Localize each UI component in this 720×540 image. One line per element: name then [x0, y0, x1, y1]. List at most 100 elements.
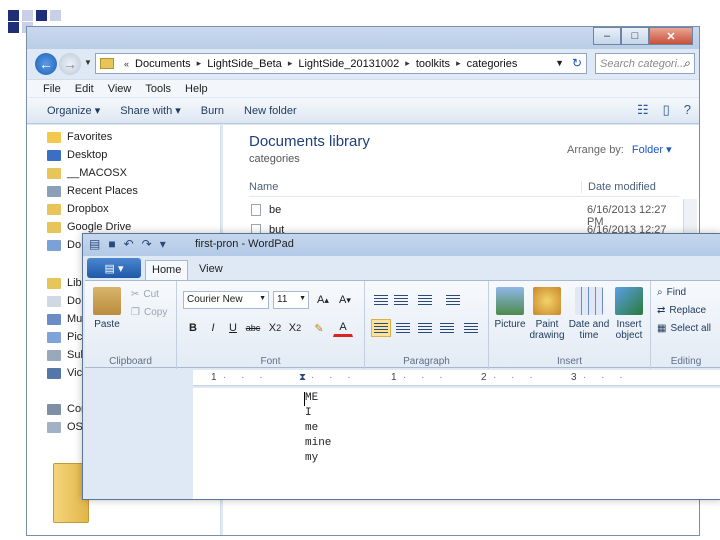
deco-square: [50, 10, 61, 21]
breadcrumb-toolkits[interactable]: toolkits: [416, 58, 450, 70]
decrease-indent-button[interactable]: [371, 291, 391, 309]
find-button[interactable]: ⌕ Find: [657, 287, 686, 298]
document-line: me: [305, 422, 319, 434]
minimize-button[interactable]: ‒: [593, 27, 621, 45]
save-icon[interactable]: ■: [108, 237, 115, 251]
paragraph-settings-button[interactable]: [461, 319, 481, 337]
column-date-modified[interactable]: Date modified: [581, 181, 656, 193]
nav-downloads[interactable]: Do: [47, 237, 81, 253]
underline-button[interactable]: U: [223, 319, 243, 337]
maximize-button[interactable]: □: [621, 27, 649, 45]
bold-button[interactable]: B: [183, 319, 203, 337]
select-all-button[interactable]: ▦ Select all: [657, 323, 711, 334]
deco-square: [36, 10, 47, 21]
nav-macosx[interactable]: __MACOSX: [47, 165, 127, 181]
breadcrumb-lightside-20131002[interactable]: LightSide_20131002: [298, 58, 399, 70]
highlight-icon[interactable]: ✎: [309, 319, 329, 337]
column-name[interactable]: Name: [249, 181, 278, 193]
nav-desktop[interactable]: Desktop: [47, 147, 107, 163]
font-size-select[interactable]: 11 ▼: [273, 291, 309, 309]
bullets-button[interactable]: [415, 291, 435, 309]
align-center-button[interactable]: [393, 319, 413, 337]
nav-music[interactable]: Mu: [47, 311, 82, 327]
grow-font-button[interactable]: A ▴: [313, 291, 333, 309]
align-left-button[interactable]: [371, 319, 391, 337]
shrink-font-button[interactable]: A ▾: [335, 291, 355, 309]
recent-pages-dropdown[interactable]: ▼: [84, 58, 92, 67]
nav-pictures[interactable]: Pic: [47, 329, 82, 345]
menu-tools[interactable]: Tools: [145, 83, 171, 95]
search-input[interactable]: Search categori... ⌕: [595, 53, 695, 74]
nav-dropbox[interactable]: Dropbox: [47, 201, 109, 217]
close-button[interactable]: ✕: [649, 27, 693, 45]
replace-button[interactable]: ⇄ Replace: [657, 305, 706, 316]
align-right-button[interactable]: [415, 319, 435, 337]
picture-button[interactable]: Picture: [493, 287, 527, 330]
redo-icon[interactable]: ↷: [142, 237, 152, 251]
ribbon: Paste ✂ Cut ❐ Copy Clipboard Courier New ▼ …: [85, 280, 720, 369]
document-editor[interactable]: ME I me mine my: [193, 388, 720, 499]
breadcrumb-categories[interactable]: categories: [467, 58, 518, 70]
menu-view[interactable]: View: [108, 83, 132, 95]
paste-button[interactable]: Paste: [93, 287, 121, 330]
menu-file[interactable]: File: [43, 83, 61, 95]
binoculars-icon: ⌕: [657, 287, 663, 298]
undo-icon[interactable]: ↶: [124, 237, 134, 251]
column-headers: Name Date modified: [249, 175, 679, 197]
explorer-titlebar[interactable]: ‒ □ ✕: [27, 27, 699, 49]
wordpad-titlebar[interactable]: ▤ ■ ↶ ↷ ▾ first-pron - WordPad: [83, 234, 720, 256]
date-and-time-button[interactable]: Date and time: [567, 287, 611, 341]
chevron-down-icon[interactable]: ▼: [555, 58, 564, 68]
search-icon[interactable]: ⌕: [683, 56, 690, 71]
indent-marker-icon[interactable]: ⧗: [299, 372, 306, 383]
cut-button[interactable]: ✂ Cut: [131, 289, 159, 300]
ruler-number: 1: [391, 372, 397, 383]
nav-videos[interactable]: Vic: [47, 365, 82, 381]
new-folder-button[interactable]: New folder: [244, 105, 297, 117]
subscript-button[interactable]: X2: [265, 319, 285, 337]
breadcrumb-lightside-beta[interactable]: LightSide_Beta: [207, 58, 282, 70]
object-icon: [615, 287, 643, 315]
nav-libraries[interactable]: Libr: [47, 275, 85, 291]
refresh-icon[interactable]: ↻: [572, 56, 582, 70]
chevron-right-icon[interactable]: ▸: [456, 58, 461, 69]
breadcrumb-documents[interactable]: Documents: [135, 58, 191, 70]
application-menu-button[interactable]: ▤ ▾: [87, 258, 141, 278]
menu-help[interactable]: Help: [185, 83, 208, 95]
chevron-right-icon[interactable]: ▸: [405, 58, 410, 69]
nav-favorites[interactable]: Favorites: [47, 129, 112, 145]
preview-pane-icon[interactable]: ▯: [663, 102, 670, 118]
tab-home[interactable]: Home: [145, 260, 189, 280]
strikethrough-button[interactable]: abc: [243, 319, 263, 337]
insert-object-button[interactable]: Insert object: [611, 287, 647, 341]
share-with-button[interactable]: Share with ▾: [120, 104, 181, 117]
font-color-button[interactable]: A: [333, 319, 353, 337]
view-options-icon[interactable]: ☷: [637, 102, 649, 118]
justify-button[interactable]: [437, 319, 457, 337]
ruler[interactable]: 1 · · · ⧗ · · · 1 · · · 2 · · · 3 · · ·: [193, 370, 720, 386]
tab-view[interactable]: View: [193, 260, 229, 280]
burn-button[interactable]: Burn: [201, 105, 224, 117]
copy-button[interactable]: ❐ Copy: [131, 307, 167, 318]
nav-documents[interactable]: Do: [47, 293, 81, 309]
back-button[interactable]: ←: [35, 53, 57, 75]
address-bar[interactable]: « Documents ▸ LightSide_Beta ▸ LightSide…: [95, 53, 587, 74]
italic-button[interactable]: I: [203, 319, 223, 337]
chevron-right-icon[interactable]: ▸: [197, 58, 202, 69]
font-family-select[interactable]: Courier New ▼: [183, 291, 269, 309]
nav-recent-places[interactable]: Recent Places: [47, 183, 138, 199]
line-spacing-button[interactable]: [443, 291, 463, 309]
help-icon[interactable]: ?: [684, 102, 691, 118]
increase-indent-button[interactable]: [391, 291, 411, 309]
paint-drawing-button[interactable]: Paint drawing: [529, 287, 565, 341]
organize-button[interactable]: Organize ▾: [47, 104, 100, 117]
nav-os-drive[interactable]: OS: [47, 419, 83, 435]
arrange-by-dropdown[interactable]: Folder ▾: [632, 144, 672, 156]
superscript-button[interactable]: X2: [285, 319, 305, 337]
customize-qat-icon[interactable]: ▾: [160, 237, 166, 251]
menu-edit[interactable]: Edit: [75, 83, 94, 95]
nav-subversion[interactable]: Sul: [47, 347, 83, 363]
chevron-right-icon[interactable]: ▸: [288, 58, 293, 69]
forward-button[interactable]: →: [59, 53, 81, 75]
file-row[interactable]: be 6/16/2013 12:27 PM: [249, 201, 679, 228]
